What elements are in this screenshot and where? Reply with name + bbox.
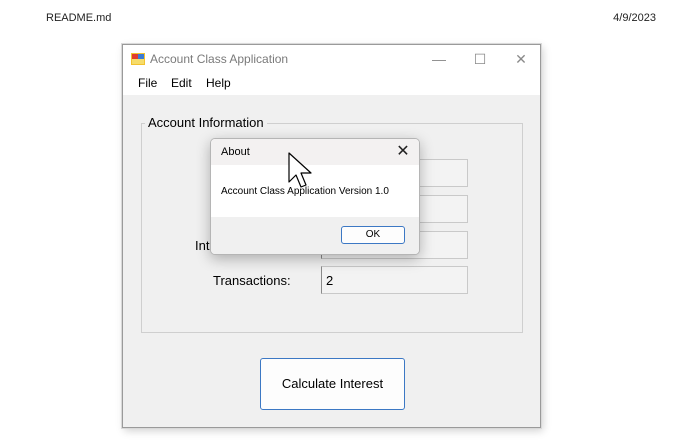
transactions-label: Transactions: [213, 273, 291, 288]
menu-bar: File Edit Help [123, 73, 540, 95]
window-title: Account Class Application [150, 52, 289, 66]
page: README.md 4/9/2023 Account Class Applica… [0, 0, 700, 442]
interest-label: Int [195, 238, 210, 253]
dialog-titlebar[interactable]: About ✕ [211, 139, 419, 165]
dialog-title: About [221, 146, 250, 158]
menu-help[interactable]: Help [206, 76, 231, 90]
maximize-button[interactable]: ☐ [463, 49, 497, 69]
menu-file[interactable]: File [138, 76, 157, 90]
app-icon [131, 53, 145, 65]
ok-button[interactable]: OK [341, 226, 405, 244]
calculate-interest-button[interactable]: Calculate Interest [260, 358, 405, 410]
window-titlebar[interactable]: Account Class Application — ☐ ✕ [123, 45, 540, 73]
dialog-footer: OK [211, 217, 419, 254]
document-date: 4/9/2023 [613, 12, 656, 24]
dialog-close-icon[interactable]: ✕ [393, 142, 413, 162]
minimize-button[interactable]: — [422, 49, 456, 69]
transactions-field[interactable]: 2 [321, 266, 468, 294]
about-dialog: About ✕ Account Class Application Versio… [210, 138, 420, 255]
menu-edit[interactable]: Edit [171, 76, 192, 90]
close-button[interactable]: ✕ [504, 49, 538, 69]
document-filename: README.md [46, 12, 112, 24]
group-label: Account Information [145, 115, 267, 130]
mouse-cursor-icon [288, 152, 312, 188]
